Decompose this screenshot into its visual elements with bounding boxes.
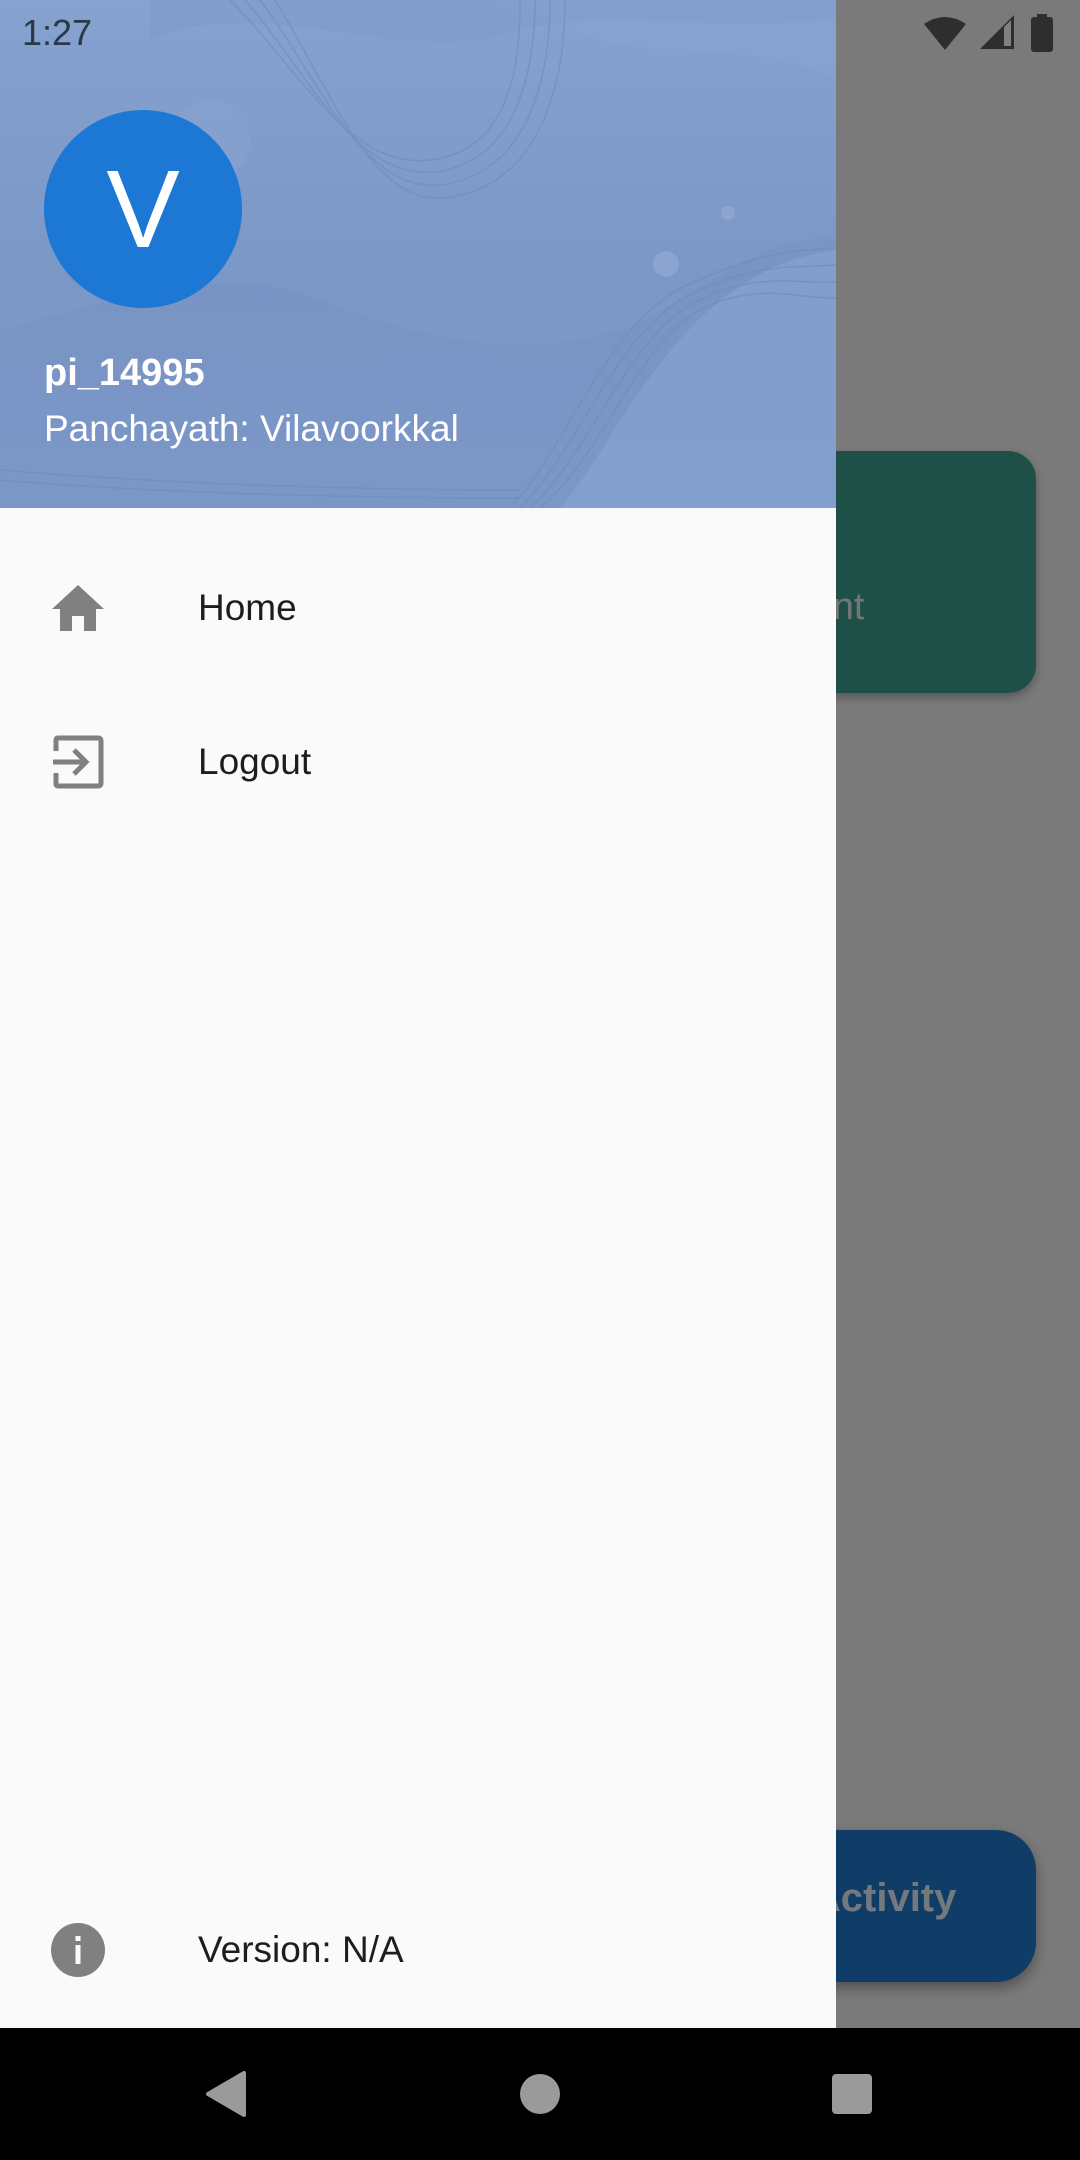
system-nav-bar <box>0 2028 1080 2160</box>
drawer-header: V pi_14995 Panchayath: Vilavoorkkal <box>0 0 836 508</box>
status-bar: 1:27 <box>0 0 1080 66</box>
drawer-item-home[interactable]: Home <box>0 533 836 683</box>
logout-icon <box>48 732 108 792</box>
avatar: V <box>44 110 242 308</box>
home-icon <box>48 578 108 638</box>
nav-back-button[interactable] <box>196 2064 256 2124</box>
navigation-drawer: V pi_14995 Panchayath: Vilavoorkkal Home… <box>0 0 836 2028</box>
nav-home-button[interactable] <box>510 2064 570 2124</box>
status-icons <box>924 14 1054 57</box>
version-label: Version: N/A <box>198 1929 404 1970</box>
info-icon <box>48 1920 108 1980</box>
drawer-item-version: Version: N/A <box>0 1875 836 2025</box>
status-time: 1:27 <box>22 12 93 53</box>
panchayath-label: Panchayath: Vilavoorkkal <box>44 408 459 449</box>
battery-icon <box>1030 14 1054 57</box>
drawer-item-logout[interactable]: Logout <box>0 687 836 837</box>
cell-signal-icon <box>980 15 1016 56</box>
nav-recents-button[interactable] <box>822 2064 882 2124</box>
user-name: pi_14995 <box>44 352 205 394</box>
wifi-icon <box>924 16 966 55</box>
drawer-item-label: Logout <box>198 741 312 782</box>
drawer-item-label: Home <box>198 587 297 628</box>
